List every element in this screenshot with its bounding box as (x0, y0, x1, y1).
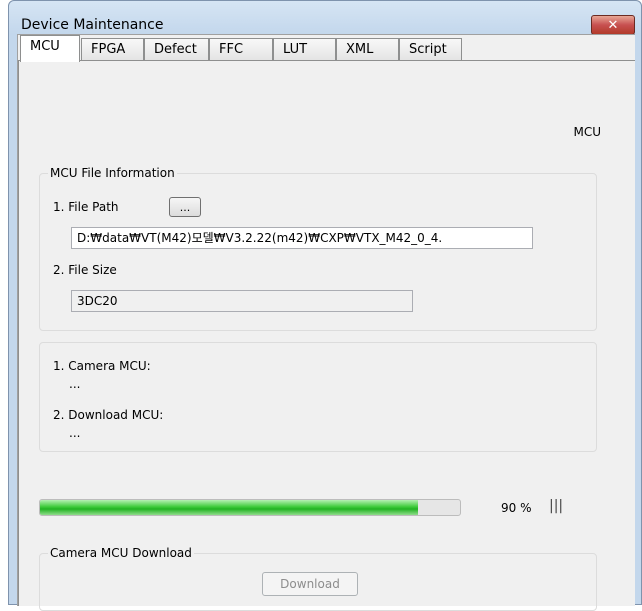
file-path-field[interactable]: D:₩data₩VT(M42)모델₩V3.2.22(m42)₩CXP₩VTX_M… (71, 227, 533, 249)
tab-defect[interactable]: Defect (144, 38, 209, 61)
browse-file-button[interactable]: ... (169, 197, 201, 217)
close-button[interactable]: ✕ (591, 15, 635, 35)
mcu-file-info-group: MCU File Information 1. File Path ... D:… (39, 166, 597, 331)
mcu-version-group: 1. Camera MCU: ... 2. Download MCU: ... (39, 342, 597, 452)
file-size-label: 2. File Size (53, 263, 117, 277)
download-button[interactable]: Download (262, 572, 358, 596)
tab-strip: MCU FPGA Defect FFC LUT XML Script (18, 35, 635, 62)
close-icon: ✕ (607, 17, 619, 33)
download-progress-fill (40, 500, 418, 515)
client-area: MCU FPGA Defect FFC LUT XML Script MCU M… (17, 34, 635, 611)
tab-script[interactable]: Script (399, 38, 462, 61)
mcu-file-info-title: MCU File Information (48, 166, 177, 180)
busy-indicator-icon: ||| (549, 498, 564, 514)
download-mcu-value: ... (69, 426, 81, 440)
camera-mcu-value: ... (69, 377, 81, 391)
download-mcu-label: 2. Download MCU: (53, 408, 164, 422)
tab-lut[interactable]: LUT (273, 38, 336, 61)
camera-mcu-download-group: Camera MCU Download Download (39, 546, 597, 611)
tab-fpga[interactable]: FPGA (81, 38, 144, 61)
tab-mcu[interactable]: MCU (20, 35, 80, 62)
title-bar[interactable]: Device Maintenance ✕ (9, 1, 641, 35)
tab-ffc[interactable]: FFC (209, 38, 273, 61)
file-path-label: 1. File Path (53, 200, 119, 214)
tab-xml[interactable]: XML (336, 38, 399, 61)
progress-percent: 90 % (501, 501, 532, 515)
mcu-mode-label: MCU (573, 125, 601, 139)
camera-mcu-label: 1. Camera MCU: (53, 359, 151, 373)
download-progress-bar (39, 499, 461, 516)
mcu-tab-panel: MCU MCU File Information 1. File Path ..… (18, 60, 635, 611)
device-maintenance-window: Device Maintenance ✕ MCU FPGA Defect FFC… (8, 0, 642, 611)
camera-mcu-download-title: Camera MCU Download (48, 546, 194, 560)
window-title: Device Maintenance (21, 17, 164, 33)
ellipsis-icon: ... (179, 200, 191, 214)
file-size-field: 3DC20 (71, 290, 413, 312)
